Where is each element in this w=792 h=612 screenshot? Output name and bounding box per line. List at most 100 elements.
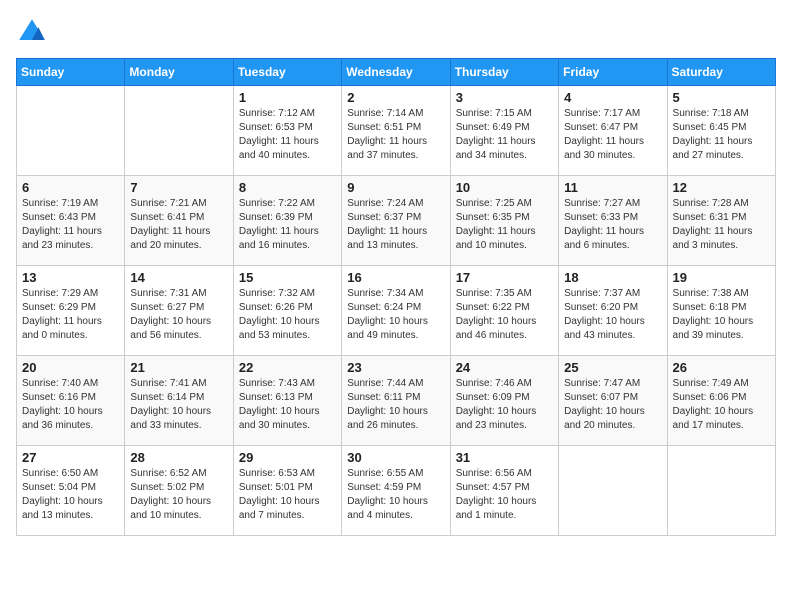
- calendar-cell: [125, 86, 233, 176]
- day-number: 17: [456, 270, 553, 285]
- day-number: 12: [673, 180, 770, 195]
- day-info: Sunrise: 7:29 AM Sunset: 6:29 PM Dayligh…: [22, 287, 119, 343]
- calendar-week-row: 6 Sunrise: 7:19 AM Sunset: 6:43 PM Daylig…: [17, 176, 776, 266]
- dow-header: Thursday: [450, 59, 558, 86]
- day-number: 20: [22, 360, 119, 375]
- day-info: Sunrise: 7:22 AM Sunset: 6:39 PM Dayligh…: [239, 197, 336, 253]
- day-number: 30: [347, 450, 444, 465]
- calendar-cell: 17 Sunrise: 7:35 AM Sunset: 6:22 PM Dayli…: [450, 266, 558, 356]
- day-number: 8: [239, 180, 336, 195]
- day-info: Sunrise: 7:43 AM Sunset: 6:13 PM Dayligh…: [239, 377, 336, 433]
- calendar-cell: 7 Sunrise: 7:21 AM Sunset: 6:41 PM Daylig…: [125, 176, 233, 266]
- day-number: 15: [239, 270, 336, 285]
- calendar-week-row: 13 Sunrise: 7:29 AM Sunset: 6:29 PM Dayli…: [17, 266, 776, 356]
- day-info: Sunrise: 7:34 AM Sunset: 6:24 PM Dayligh…: [347, 287, 444, 343]
- day-info: Sunrise: 7:15 AM Sunset: 6:49 PM Dayligh…: [456, 107, 553, 163]
- day-info: Sunrise: 7:12 AM Sunset: 6:53 PM Dayligh…: [239, 107, 336, 163]
- calendar-cell: 30 Sunrise: 6:55 AM Sunset: 4:59 PM Dayli…: [342, 446, 450, 536]
- day-number: 31: [456, 450, 553, 465]
- dow-header: Wednesday: [342, 59, 450, 86]
- day-info: Sunrise: 7:41 AM Sunset: 6:14 PM Dayligh…: [130, 377, 227, 433]
- calendar-cell: 21 Sunrise: 7:41 AM Sunset: 6:14 PM Dayli…: [125, 356, 233, 446]
- day-info: Sunrise: 7:44 AM Sunset: 6:11 PM Dayligh…: [347, 377, 444, 433]
- calendar-cell: 23 Sunrise: 7:44 AM Sunset: 6:11 PM Dayli…: [342, 356, 450, 446]
- calendar-cell: 16 Sunrise: 7:34 AM Sunset: 6:24 PM Dayli…: [342, 266, 450, 356]
- calendar-week-row: 27Sunrise: 6:50 AM Sunset: 5:04 PM Dayli…: [17, 446, 776, 536]
- day-number: 3: [456, 90, 553, 105]
- calendar-cell: 12 Sunrise: 7:28 AM Sunset: 6:31 PM Dayli…: [667, 176, 775, 266]
- page-header: [16, 16, 776, 48]
- day-info: Sunrise: 7:18 AM Sunset: 6:45 PM Dayligh…: [673, 107, 770, 163]
- calendar-cell: 13 Sunrise: 7:29 AM Sunset: 6:29 PM Dayli…: [17, 266, 125, 356]
- day-number: 4: [564, 90, 661, 105]
- logo-icon: [16, 16, 48, 48]
- calendar-cell: [17, 86, 125, 176]
- calendar-cell: 10 Sunrise: 7:25 AM Sunset: 6:35 PM Dayli…: [450, 176, 558, 266]
- day-number: 25: [564, 360, 661, 375]
- dow-header: Tuesday: [233, 59, 341, 86]
- day-info: Sunrise: 6:52 AM Sunset: 5:02 PM Dayligh…: [130, 467, 227, 523]
- day-info: Sunrise: 7:35 AM Sunset: 6:22 PM Dayligh…: [456, 287, 553, 343]
- day-number: 14: [130, 270, 227, 285]
- calendar-cell: 20 Sunrise: 7:40 AM Sunset: 6:16 PM Dayli…: [17, 356, 125, 446]
- dow-header: Saturday: [667, 59, 775, 86]
- day-number: 11: [564, 180, 661, 195]
- calendar-cell: 28 Sunrise: 6:52 AM Sunset: 5:02 PM Dayli…: [125, 446, 233, 536]
- day-number: 18: [564, 270, 661, 285]
- day-number: 22: [239, 360, 336, 375]
- day-number: 29: [239, 450, 336, 465]
- day-number: 10: [456, 180, 553, 195]
- calendar-cell: 5 Sunrise: 7:18 AM Sunset: 6:45 PM Daylig…: [667, 86, 775, 176]
- day-info: Sunrise: 7:32 AM Sunset: 6:26 PM Dayligh…: [239, 287, 336, 343]
- logo: [16, 16, 52, 48]
- day-number: 16: [347, 270, 444, 285]
- dow-header: Friday: [559, 59, 667, 86]
- day-info: Sunrise: 7:31 AM Sunset: 6:27 PM Dayligh…: [130, 287, 227, 343]
- day-number: 7: [130, 180, 227, 195]
- calendar-cell: 29Sunrise: 6:53 AM Sunset: 5:01 PM Dayli…: [233, 446, 341, 536]
- calendar-cell: 18Sunrise: 7:37 AM Sunset: 6:20 PM Dayli…: [559, 266, 667, 356]
- calendar-table: SundayMondayTuesdayWednesdayThursdayFrid…: [16, 58, 776, 536]
- calendar-cell: 1 Sunrise: 7:12 AM Sunset: 6:53 PM Daylig…: [233, 86, 341, 176]
- day-number: 28: [130, 450, 227, 465]
- calendar-cell: 15 Sunrise: 7:32 AM Sunset: 6:26 PM Dayli…: [233, 266, 341, 356]
- day-info: Sunrise: 7:28 AM Sunset: 6:31 PM Dayligh…: [673, 197, 770, 253]
- day-number: 19: [673, 270, 770, 285]
- day-info: Sunrise: 7:38 AM Sunset: 6:18 PM Dayligh…: [673, 287, 770, 343]
- day-info: Sunrise: 7:27 AM Sunset: 6:33 PM Dayligh…: [564, 197, 661, 253]
- day-number: 13: [22, 270, 119, 285]
- calendar-cell: [667, 446, 775, 536]
- day-number: 6: [22, 180, 119, 195]
- days-of-week-row: SundayMondayTuesdayWednesdayThursdayFrid…: [17, 59, 776, 86]
- day-number: 27: [22, 450, 119, 465]
- calendar-cell: 26Sunrise: 7:49 AM Sunset: 6:06 PM Dayli…: [667, 356, 775, 446]
- day-info: Sunrise: 7:19 AM Sunset: 6:43 PM Dayligh…: [22, 197, 119, 253]
- dow-header: Sunday: [17, 59, 125, 86]
- day-info: Sunrise: 7:46 AM Sunset: 6:09 PM Dayligh…: [456, 377, 553, 433]
- calendar-cell: 6 Sunrise: 7:19 AM Sunset: 6:43 PM Daylig…: [17, 176, 125, 266]
- dow-header: Monday: [125, 59, 233, 86]
- calendar-cell: 25 Sunrise: 7:47 AM Sunset: 6:07 PM Dayli…: [559, 356, 667, 446]
- calendar-body: 1 Sunrise: 7:12 AM Sunset: 6:53 PM Daylig…: [17, 86, 776, 536]
- calendar-cell: 4Sunrise: 7:17 AM Sunset: 6:47 PM Daylig…: [559, 86, 667, 176]
- day-number: 21: [130, 360, 227, 375]
- day-info: Sunrise: 6:55 AM Sunset: 4:59 PM Dayligh…: [347, 467, 444, 523]
- calendar-cell: 14 Sunrise: 7:31 AM Sunset: 6:27 PM Dayli…: [125, 266, 233, 356]
- day-info: Sunrise: 7:25 AM Sunset: 6:35 PM Dayligh…: [456, 197, 553, 253]
- day-number: 2: [347, 90, 444, 105]
- calendar-cell: 19 Sunrise: 7:38 AM Sunset: 6:18 PM Dayli…: [667, 266, 775, 356]
- day-number: 24: [456, 360, 553, 375]
- day-info: Sunrise: 7:49 AM Sunset: 6:06 PM Dayligh…: [673, 377, 770, 433]
- calendar-cell: 31 Sunrise: 6:56 AM Sunset: 4:57 PM Dayli…: [450, 446, 558, 536]
- day-number: 1: [239, 90, 336, 105]
- day-info: Sunrise: 7:40 AM Sunset: 6:16 PM Dayligh…: [22, 377, 119, 433]
- calendar-cell: 2 Sunrise: 7:14 AM Sunset: 6:51 PM Daylig…: [342, 86, 450, 176]
- day-number: 5: [673, 90, 770, 105]
- calendar-week-row: 20 Sunrise: 7:40 AM Sunset: 6:16 PM Dayli…: [17, 356, 776, 446]
- day-info: Sunrise: 7:21 AM Sunset: 6:41 PM Dayligh…: [130, 197, 227, 253]
- day-info: Sunrise: 7:14 AM Sunset: 6:51 PM Dayligh…: [347, 107, 444, 163]
- day-number: 23: [347, 360, 444, 375]
- day-info: Sunrise: 7:47 AM Sunset: 6:07 PM Dayligh…: [564, 377, 661, 433]
- day-info: Sunrise: 6:56 AM Sunset: 4:57 PM Dayligh…: [456, 467, 553, 523]
- calendar-cell: 8 Sunrise: 7:22 AM Sunset: 6:39 PM Daylig…: [233, 176, 341, 266]
